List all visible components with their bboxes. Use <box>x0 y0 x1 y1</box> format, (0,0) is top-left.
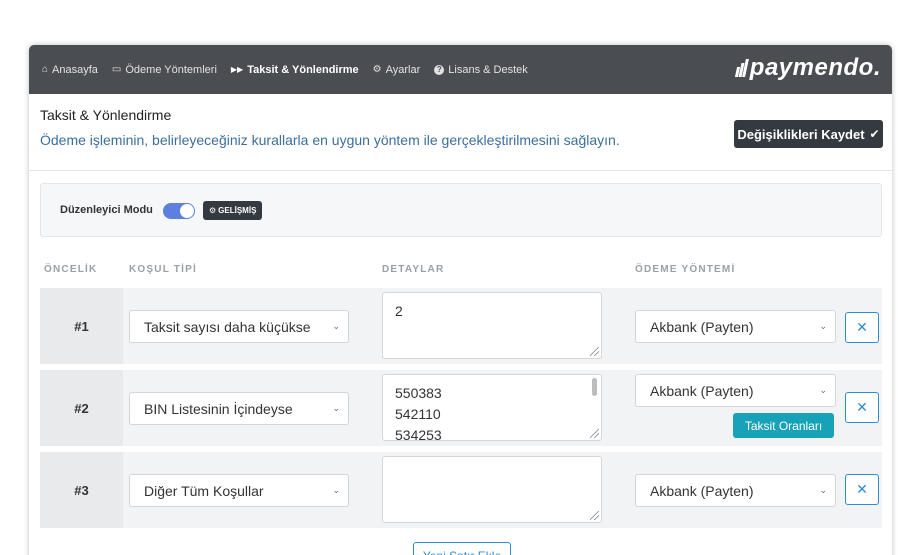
payment-method-select[interactable]: Akbank (Payten) ⌄ <box>635 474 836 507</box>
scrollbar[interactable] <box>592 378 597 396</box>
close-icon: ✕ <box>856 399 868 415</box>
condition-type-select[interactable]: Diğer Tüm Koşullar ⌄ <box>129 474 349 507</box>
chevron-down-icon: ⌄ <box>332 485 340 495</box>
condition-type-value: BIN Listesinin İçindeyse <box>144 400 293 417</box>
save-changes-label: Değişiklikleri Kaydet <box>737 126 865 142</box>
top-navbar: ⌂ Anasayfa ▭ Ödeme Yöntemleri ▶▶ Taksit … <box>29 45 892 94</box>
nav-item-taksit-yonlendirme[interactable]: ▶▶ Taksit & Yönlendirme <box>231 64 359 76</box>
editor-mode-toggle[interactable] <box>163 203 195 219</box>
delete-row-button[interactable]: ✕ <box>845 312 879 343</box>
question-circle-icon: ? <box>434 64 445 75</box>
condition-type-select[interactable]: BIN Listesinin İçindeyse ⌄ <box>129 392 349 425</box>
page-subtitle: Ödeme işleminin, belirleyeceğiniz kurall… <box>40 132 620 148</box>
paymendo-logo: paymendo. <box>734 54 881 82</box>
condition-type-value: Diğer Tüm Koşullar <box>144 482 264 499</box>
priority-cell: #1 <box>40 288 123 364</box>
details-line: 542110 <box>395 406 441 422</box>
nav-item-label: Lisans & Destek <box>448 63 528 76</box>
nav-item-odeme-yontemleri[interactable]: ▭ Ödeme Yöntemleri <box>112 64 217 76</box>
column-header-priority: ÖNCELİK <box>44 264 98 275</box>
payment-method-value: Akbank (Payten) <box>650 382 754 399</box>
app-window: ⌂ Anasayfa ▭ Ödeme Yöntemleri ▶▶ Taksit … <box>29 45 892 555</box>
column-header-payment-method: ÖDEME YÖNTEMİ <box>635 264 736 275</box>
payment-method-value: Akbank (Payten) <box>650 318 754 335</box>
editor-mode-label: Düzenleyici Modu <box>60 204 153 216</box>
details-line: 2 <box>395 303 403 319</box>
details-line: 550383 <box>395 385 442 401</box>
chevron-down-icon: ⌄ <box>819 321 827 331</box>
logo-text: paymendo. <box>749 54 881 81</box>
nav-item-ayarlar[interactable]: ⚙ Ayarlar <box>373 64 421 76</box>
details-line: 534253 <box>395 427 442 441</box>
column-header-condition-type: KOŞUL TİPİ <box>129 264 197 275</box>
condition-type-value: Taksit sayısı daha küçükse <box>144 318 311 335</box>
condition-type-select[interactable]: Taksit sayısı daha küçükse ⌄ <box>129 310 349 343</box>
details-textarea[interactable] <box>382 456 602 523</box>
nav-item-lisans-destek[interactable]: ? Lisans & Destek <box>434 63 528 76</box>
nav-item-label: Ayarlar <box>385 63 421 76</box>
column-header-details: DETAYLAR <box>382 264 445 275</box>
save-changes-button[interactable]: Değişiklikleri Kaydet ✔ <box>734 120 883 148</box>
credit-card-icon: ▭ <box>111 63 122 75</box>
nav-item-label: Ödeme Yöntemleri <box>125 63 217 76</box>
cogs-icon: ⚙ <box>209 206 217 215</box>
editor-mode-panel: Düzenleyici Modu ⚙ GELİŞMİŞ <box>40 183 882 237</box>
delete-row-button[interactable]: ✕ <box>845 474 879 505</box>
payment-method-select[interactable]: Akbank (Payten) ⌄ <box>635 310 836 343</box>
fast-forward-icon: ▶▶ <box>230 64 244 74</box>
chevron-down-icon: ⌄ <box>332 321 340 331</box>
nav-item-anasayfa[interactable]: ⌂ Anasayfa <box>42 64 98 76</box>
resize-grip-icon[interactable] <box>590 347 599 356</box>
details-textarea[interactable]: 550383 542110 534253 <box>382 374 602 441</box>
home-icon: ⌂ <box>42 63 49 75</box>
details-textarea[interactable]: 2 <box>382 292 602 359</box>
advanced-badge-label: GELİŞMİŞ <box>218 206 257 215</box>
close-icon: ✕ <box>856 481 868 497</box>
priority-cell: #3 <box>40 452 123 528</box>
chevron-down-icon: ⌄ <box>819 385 827 395</box>
resize-grip-icon[interactable] <box>590 511 599 520</box>
add-row-button[interactable]: Yeni Satır Ekle <box>413 542 511 555</box>
payment-method-select[interactable]: Akbank (Payten) ⌄ <box>635 374 836 407</box>
resize-grip-icon[interactable] <box>590 429 599 438</box>
chevron-down-icon: ⌄ <box>332 403 340 413</box>
chevron-down-icon: ⌄ <box>819 485 827 495</box>
nav-item-label: Taksit & Yönlendirme <box>247 63 359 76</box>
payment-method-value: Akbank (Payten) <box>650 482 754 499</box>
page-title: Taksit & Yönlendirme <box>40 107 172 123</box>
priority-cell: #2 <box>40 370 123 446</box>
cogs-icon: ⚙ <box>372 63 382 75</box>
delete-row-button[interactable]: ✕ <box>845 392 879 423</box>
toggle-knob <box>180 204 194 218</box>
close-icon: ✕ <box>856 319 868 335</box>
header-divider <box>29 170 892 171</box>
check-icon: ✔ <box>869 127 880 141</box>
advanced-badge[interactable]: ⚙ GELİŞMİŞ <box>203 201 263 220</box>
nav-item-label: Anasayfa <box>52 63 98 76</box>
installment-rates-button[interactable]: Taksit Oranları <box>733 413 834 438</box>
logo-mark-icon <box>734 59 749 77</box>
